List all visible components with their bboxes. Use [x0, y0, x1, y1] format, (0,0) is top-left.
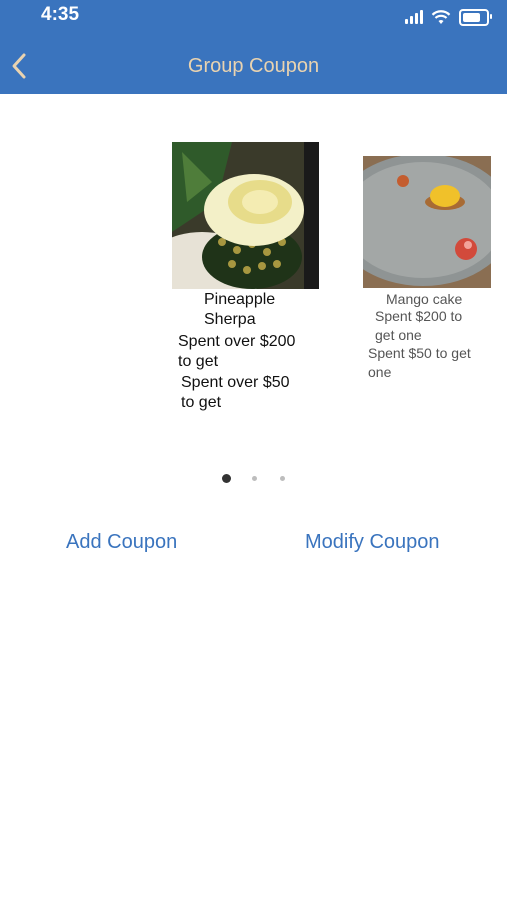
coupon-name-line: Sherpa	[204, 311, 256, 328]
nav-header: 4:35 Group Coupon	[0, 0, 507, 94]
coupon-offer-line: to get	[178, 353, 219, 370]
battery-icon	[459, 8, 492, 26]
coupon-offer: Spent over $200 to get	[178, 332, 338, 372]
page-title: Group Coupon	[187, 55, 320, 77]
pagination-dot[interactable]	[280, 476, 285, 481]
coupon-image-pineapple	[172, 142, 319, 289]
add-coupon-button[interactable]: Add Coupon	[66, 531, 177, 554]
coupon-offer-line: Spent over $50	[181, 374, 290, 391]
coupon-name-line: Pineapple	[204, 291, 276, 308]
coupon-image-mango-cake	[363, 156, 491, 288]
modify-coupon-button[interactable]: Modify Coupon	[305, 531, 440, 554]
wifi-icon	[431, 9, 451, 24]
coupon-offer: Spent over $50 to get	[181, 373, 341, 413]
coupon-offer: Spent $50 to get one	[368, 344, 498, 382]
signal-icon	[405, 10, 423, 24]
coupon-offer-line: one	[368, 364, 392, 380]
carousel-pagination	[0, 472, 507, 484]
coupon-name: Mango cake	[386, 291, 463, 307]
coupon-offer-line: to get	[181, 394, 222, 411]
coupon-offer-line: get one	[375, 327, 422, 343]
coupon-offer-line: Spent over $200	[178, 333, 296, 350]
pagination-dot-active[interactable]	[222, 474, 231, 483]
coupon-offer-line: Spent $50 to get	[368, 345, 471, 361]
pagination-dot[interactable]	[252, 476, 257, 481]
coupon-offer-line: Spent $200 to	[375, 308, 463, 324]
status-icons	[405, 8, 492, 26]
coupon-name: Pineapple Sherpa	[204, 290, 314, 330]
coupon-offer: Spent $200 to get one	[375, 307, 495, 345]
status-time: 4:35	[41, 4, 80, 25]
